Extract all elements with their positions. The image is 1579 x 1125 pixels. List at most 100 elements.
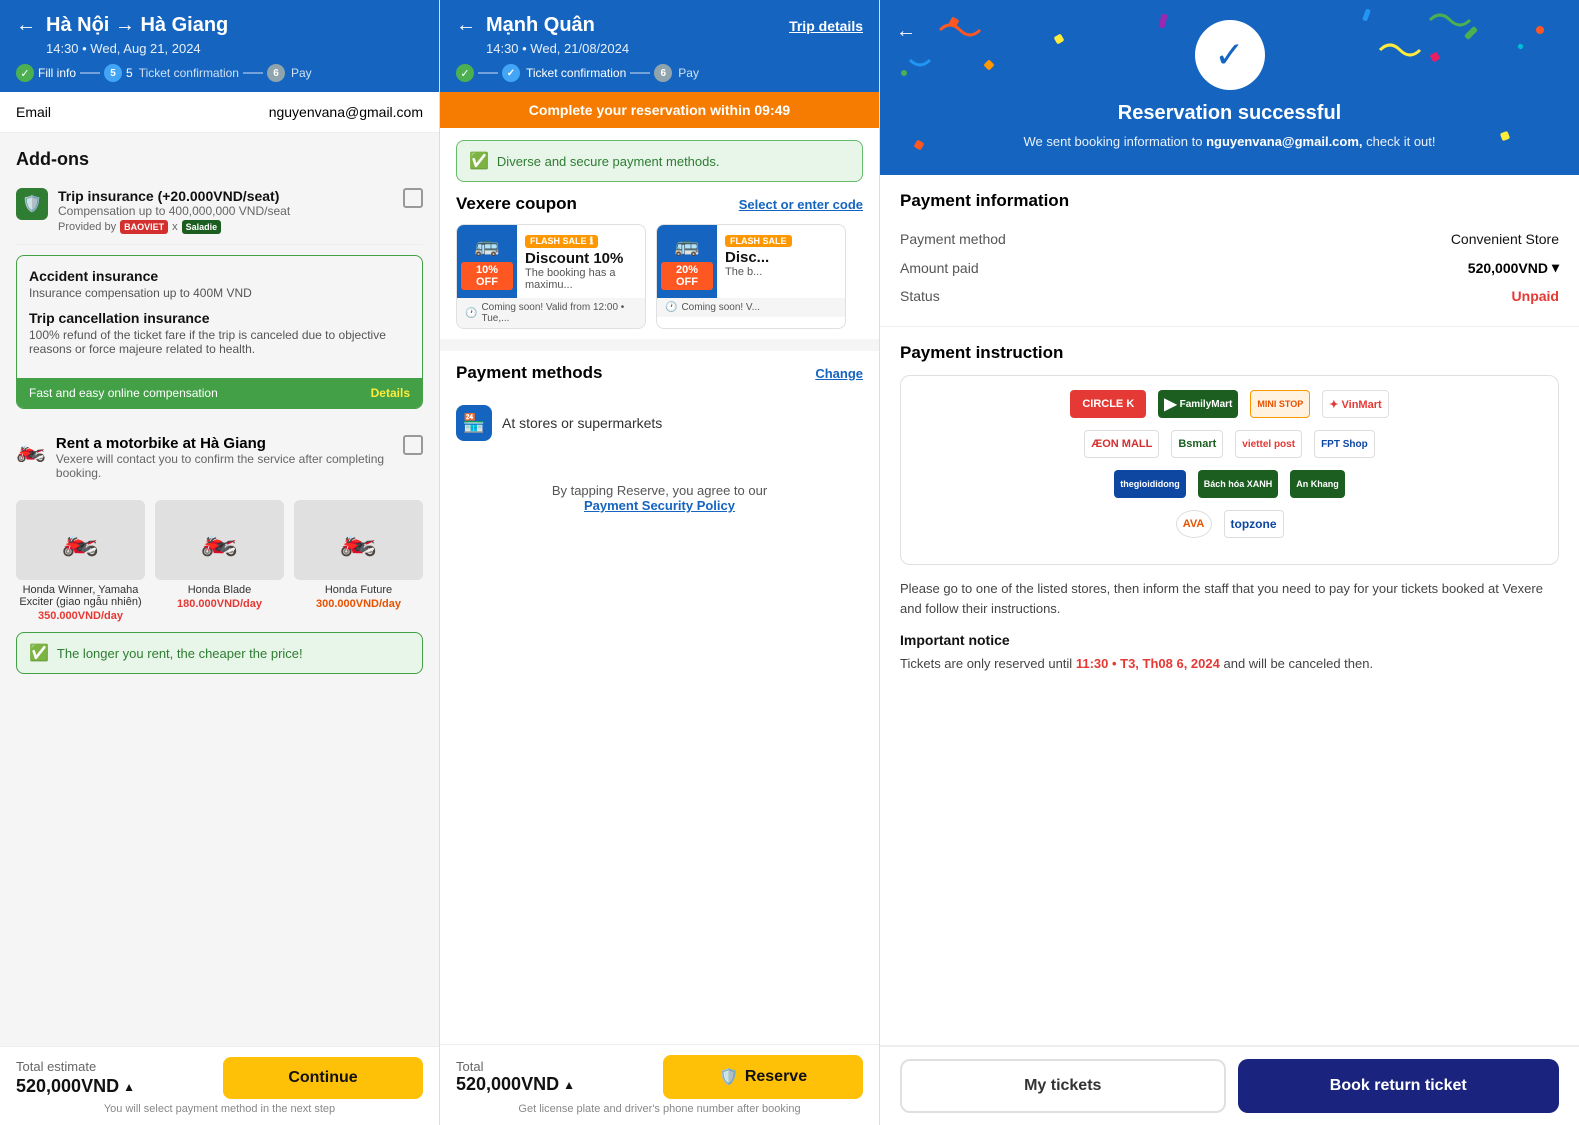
success-sub: We sent booking information to nguyenvan… (900, 133, 1559, 151)
pi-row-status: Status Unpaid (900, 282, 1559, 310)
moto-checkbox[interactable] (403, 435, 423, 455)
bsmart-logo: Bsmart (1171, 430, 1223, 458)
clock-icon-2: 🕐 (665, 302, 677, 313)
email-value: nguyenvana@gmail.com (269, 104, 423, 120)
coupon-desc-1: The booking has a maximu... (525, 267, 637, 291)
pi-amount-text: 520,000VND (1468, 260, 1548, 276)
success-title: Reservation successful (900, 102, 1559, 125)
success-email: nguyenvana@gmail.com, (1206, 134, 1366, 149)
pm-title: Payment methods (456, 363, 602, 383)
success-sub1: We sent booking information to (1023, 134, 1206, 149)
amount-chevron[interactable]: ▲ (123, 1080, 135, 1094)
coupon-card-2[interactable]: 🚌 20% OFF FLASH SALE Disc... The b... (656, 224, 846, 329)
s1-footer-note: You will select payment method in the ne… (16, 1103, 423, 1115)
my-tickets-button[interactable]: My tickets (900, 1059, 1226, 1113)
moto-name-1: Honda Winner, Yamaha Exciter (giao ngẫu … (16, 584, 145, 608)
coupon-percent-1: Discount 10% (525, 250, 637, 267)
s2-back-icon[interactable]: ← (456, 14, 476, 37)
insurance-logos: Provided by BAOVIET x Saladie (58, 220, 290, 234)
step2-text: Ticket confirmation (139, 66, 239, 80)
moto-item-3: 🏍️ Honda Future 300.000VND/day (294, 500, 423, 622)
pi-row-amount: Amount paid 520,000VND ▾ (900, 253, 1559, 282)
topzone-logo: topzone (1224, 510, 1284, 538)
s2-ticket-confirm: Ticket confirmation (526, 66, 626, 80)
accident-content: Accident insurance Insurance compensatio… (17, 256, 422, 378)
moto-name-3: Honda Future (294, 584, 423, 596)
s2-header: ← Mạnh Quân Trip details 14:30 • Wed, 21… (440, 0, 879, 92)
viettelpost-logo: viettel post (1235, 430, 1302, 458)
s2-total-amount: 520,000VND (456, 1074, 559, 1095)
accident-box: Accident insurance Insurance compensatio… (16, 255, 423, 409)
book-return-button[interactable]: Book return ticket (1238, 1059, 1560, 1113)
s1-total-label: Total estimate (16, 1059, 135, 1074)
reserve-label: Reserve (745, 1068, 807, 1086)
payment-info-section: Payment information Payment method Conve… (880, 175, 1579, 327)
coupon-section: Vexere coupon Select or enter code 🚌 10%… (440, 194, 879, 339)
trip-details-link[interactable]: Trip details (789, 18, 863, 34)
success-banner: ← (880, 0, 1579, 175)
s2-datetime: 14:30 • Wed, 21/08/2024 (486, 41, 863, 56)
reserve-button[interactable]: 🛡️ Reserve (663, 1055, 863, 1099)
coupon-cards: 🚌 10% OFF FLASH SALE ℹ Discount 10% The … (456, 224, 863, 329)
clock-icon-1: 🕐 (465, 308, 477, 319)
coupon-card-1[interactable]: 🚌 10% OFF FLASH SALE ℹ Discount 10% The … (456, 224, 646, 329)
success-sub2: check it out! (1366, 134, 1435, 149)
insurance-compensation: Compensation up to 400,000,000 VND/seat (58, 204, 290, 218)
secure-box: ✅ Diverse and secure payment methods. (456, 140, 863, 182)
instruction-text: Please go to one of the listed stores, t… (900, 579, 1559, 618)
coupon-left-2: 🚌 20% OFF (657, 225, 717, 298)
coupon-right-2: FLASH SALE Disc... The b... (717, 225, 845, 298)
addons-title: Add-ons (0, 133, 439, 178)
pi-row-method: Payment method Convenient Store (900, 225, 1559, 253)
coupon-title: Vexere coupon (456, 194, 577, 214)
continue-button[interactable]: Continue (223, 1057, 423, 1099)
pm-option: 🏪 At stores or supermarkets (456, 395, 863, 451)
s1-route: Hà Nội → Hà Giang (46, 14, 228, 37)
pi-method-label: Payment method (900, 231, 1006, 247)
store-logos-box: CIRCLE K ▶ FamilyMart MINI STOP ✦ VinMar… (900, 375, 1559, 565)
secure-icon: ✅ (469, 151, 489, 171)
store-logos-row3: thegioididong Bách hóa XANH An Khang (915, 470, 1544, 498)
notice-date: 11:30 • T3, Th08 6, 2024 (1076, 656, 1220, 671)
s2-footer-row: Total 520,000VND ▲ 🛡️ Reserve (456, 1055, 863, 1099)
timer-bar: Complete your reservation within 09:49 (440, 92, 879, 128)
details-link[interactable]: Details (371, 386, 410, 400)
familymart-text: FamilyMart (1180, 399, 1233, 410)
secure-text: Diverse and secure payment methods. (497, 154, 720, 169)
ava-logo: AVA (1176, 510, 1212, 538)
moto-img-1: 🏍️ (16, 500, 145, 580)
reserve-icon: 🛡️ (719, 1067, 739, 1087)
s2-amount-chevron[interactable]: ▲ (563, 1078, 575, 1092)
insurance-checkbox[interactable] (403, 188, 423, 208)
trip-insurance: 🛡️ Trip insurance (+20.000VND/seat) Comp… (16, 178, 423, 245)
circle-k-text: CIRCLE K (1076, 396, 1140, 412)
pi-amount-value[interactable]: 520,000VND ▾ (1468, 259, 1559, 276)
s1-total-amount: 520,000VND (16, 1076, 119, 1097)
select-code-link[interactable]: Select or enter code (739, 197, 863, 212)
s1-back-icon[interactable]: ← (16, 14, 36, 37)
insurance-icon: 🛡️ (16, 188, 48, 220)
insurance-title: Trip insurance (+20.000VND/seat) (58, 188, 290, 204)
s2-footer-note: Get license plate and driver's phone num… (456, 1103, 863, 1115)
pm-change-link[interactable]: Change (815, 366, 863, 381)
accident-footer: Fast and easy online compensation Detail… (17, 378, 422, 408)
coupon-left-1: 🚌 10% OFF (457, 225, 517, 298)
fptshop-logo: FPT Shop (1314, 430, 1375, 458)
insurance-info: Trip insurance (+20.000VND/seat) Compens… (58, 188, 290, 234)
step3-text: Pay (291, 66, 312, 80)
s2-step-active: ✓ (502, 64, 520, 82)
ankhanm-logo: An Khang (1290, 470, 1345, 498)
familymart-logo: ▶ FamilyMart (1158, 390, 1238, 418)
moto-price-3: 300.000VND/day (294, 598, 423, 610)
coupon-validity-1: Coming soon! Valid from 12:00 • Tue,... (481, 302, 637, 324)
check-circle: ✓ (1195, 20, 1265, 90)
screen2-payment: ← Mạnh Quân Trip details 14:30 • Wed, 21… (440, 0, 880, 1125)
payment-security-link[interactable]: Payment Security Policy (584, 498, 735, 513)
circle-k-logo: CIRCLE K (1070, 390, 1146, 418)
s3-footer: My tickets Book return ticket (880, 1045, 1579, 1125)
s3-back-icon[interactable]: ← (896, 20, 916, 43)
pi-status-value: Unpaid (1512, 288, 1559, 304)
cancel-title: Trip cancellation insurance (29, 310, 410, 326)
coupon-footer-2: 🕐 Coming soon! V... (657, 298, 845, 317)
important-text1: Tickets are only reserved until (900, 656, 1072, 671)
